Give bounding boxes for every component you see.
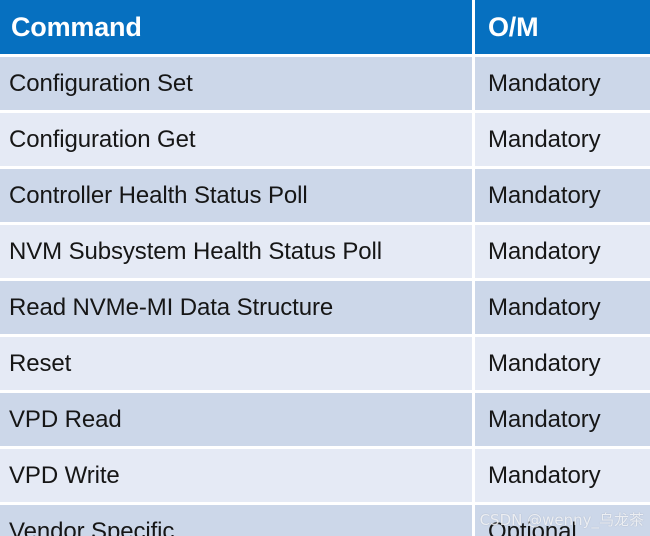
column-header-command[interactable]: Command (0, 0, 472, 54)
cell-om: Mandatory (475, 393, 650, 446)
cell-command: Configuration Set (0, 57, 472, 110)
table-row: Configuration Get Mandatory (0, 113, 650, 166)
cell-om: Optional (475, 505, 650, 536)
cell-command: Vendor Specific (0, 505, 472, 536)
table-row: Reset Mandatory (0, 337, 650, 390)
cell-om: Mandatory (475, 57, 650, 110)
command-support-table: Command O/M Configuration Set Mandatory … (0, 0, 650, 536)
cell-om: Mandatory (475, 337, 650, 390)
table-header-row: Command O/M (0, 0, 650, 54)
table-row: Vendor Specific Optional (0, 505, 650, 536)
cell-om: Mandatory (475, 449, 650, 502)
cell-command: Read NVMe-MI Data Structure (0, 281, 472, 334)
cell-command: Controller Health Status Poll (0, 169, 472, 222)
table-row: Configuration Set Mandatory (0, 57, 650, 110)
cell-om: Mandatory (475, 281, 650, 334)
column-header-om[interactable]: O/M (475, 0, 650, 54)
cell-command: Configuration Get (0, 113, 472, 166)
cell-om: Mandatory (475, 225, 650, 278)
cell-om: Mandatory (475, 113, 650, 166)
table-row: VPD Read Mandatory (0, 393, 650, 446)
cell-om: Mandatory (475, 169, 650, 222)
cell-command: VPD Read (0, 393, 472, 446)
cell-command: NVM Subsystem Health Status Poll (0, 225, 472, 278)
cell-command: Reset (0, 337, 472, 390)
table-row: Read NVMe-MI Data Structure Mandatory (0, 281, 650, 334)
table-row: NVM Subsystem Health Status Poll Mandato… (0, 225, 650, 278)
table-container: Command O/M Configuration Set Mandatory … (0, 0, 650, 536)
table-row: VPD Write Mandatory (0, 449, 650, 502)
cell-command: VPD Write (0, 449, 472, 502)
table-row: Controller Health Status Poll Mandatory (0, 169, 650, 222)
